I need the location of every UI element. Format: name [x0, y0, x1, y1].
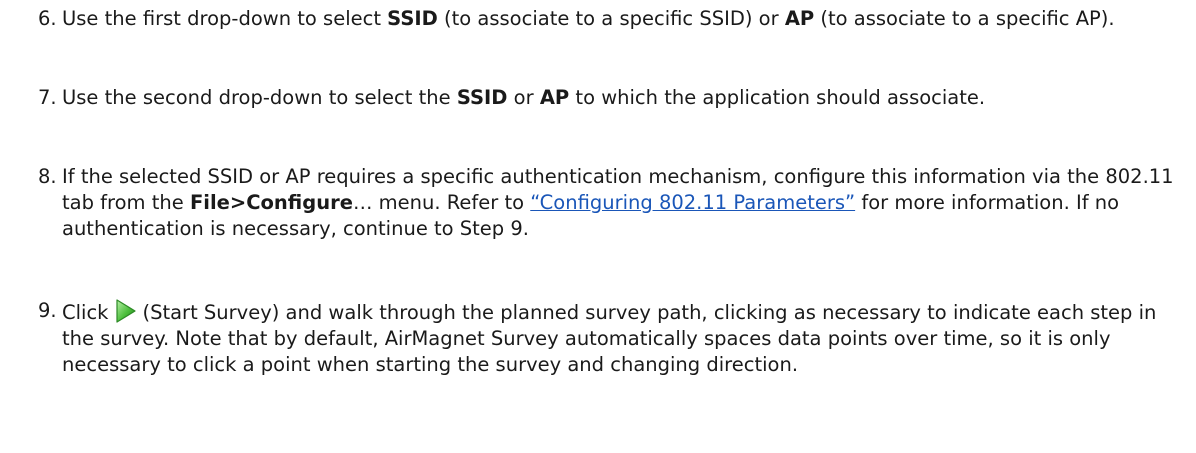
text-run: Use the second drop-down to select the — [62, 86, 457, 109]
configuring-802-11-parameters-link[interactable]: “Configuring 802.11 Parameters” — [530, 191, 855, 214]
text-run: (to associate to a specific SSID) or — [437, 7, 785, 30]
start-survey-play-icon[interactable] — [112, 298, 138, 324]
bold-term: AP — [784, 7, 815, 30]
text-run: or — [507, 86, 540, 109]
step-number: 6. — [38, 7, 57, 30]
text-run: Use the first drop-down to select — [62, 7, 388, 30]
bold-term: SSID — [387, 7, 438, 30]
text-run: to which the application should associat… — [569, 86, 986, 109]
step-7: 7. Use the second drop-down to select th… — [38, 85, 1188, 111]
text-run: … menu. Refer to — [352, 191, 531, 214]
step-text: Click (Start Survey) and walk through th… — [62, 298, 1188, 378]
text-run: Click — [62, 301, 109, 324]
step-text: If the selected SSID or AP requires a sp… — [62, 164, 1188, 242]
text-run: (to associate to a specific AP). — [814, 7, 1115, 30]
document-page: 6. Use the first drop-down to select SSI… — [0, 0, 1196, 453]
step-text: Use the second drop-down to select the S… — [62, 85, 1188, 111]
step-number: 9. — [38, 299, 57, 322]
step-6: 6. Use the first drop-down to select SSI… — [38, 6, 1188, 32]
text-run: (Start Survey) and walk through the plan… — [62, 301, 1157, 376]
step-8: 8. If the selected SSID or AP requires a… — [38, 164, 1188, 242]
bold-term: AP — [539, 86, 570, 109]
step-text: Use the first drop-down to select SSID (… — [62, 6, 1188, 32]
bold-term: SSID — [456, 86, 508, 109]
bold-term: File>Configure — [189, 191, 353, 214]
step-number: 7. — [38, 86, 57, 109]
step-number: 8. — [38, 165, 57, 188]
step-9: 9. Click (Start Survey) and walk through… — [38, 298, 1188, 378]
